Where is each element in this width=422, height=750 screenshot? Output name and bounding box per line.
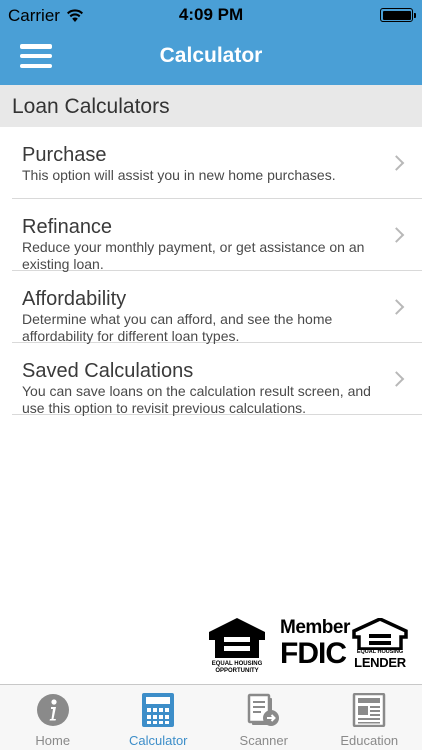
compliance-logos: EQUAL HOUSING OPPORTUNITY Member FDIC EQ… (207, 616, 412, 678)
lender-caption: EQUAL HOUSING LENDER (352, 649, 408, 670)
list-item-purchase[interactable]: Purchase This option will assist you in … (12, 127, 422, 199)
item-title: Refinance (22, 216, 113, 238)
battery-icon (380, 8, 416, 22)
tab-scanner[interactable]: Scanner (211, 685, 317, 750)
loan-calculator-list: Purchase This option will assist you in … (0, 127, 422, 416)
item-description: This option will assist you in new home … (22, 167, 336, 183)
fdic-member-label: Member (280, 617, 350, 638)
list-item-affordability[interactable]: Affordability Determine what you can aff… (12, 271, 422, 344)
tab-label: Home (35, 733, 71, 748)
fdic-logo: Member FDIC (280, 617, 350, 670)
house-icon (352, 617, 408, 651)
tab-calculator[interactable]: Calculator (106, 685, 212, 750)
status-bar: Carrier 4:09 PM (0, 0, 422, 30)
newspaper-icon (353, 693, 386, 727)
house-icon (209, 618, 265, 658)
tab-bar: Home Calculator Scanner Education (0, 684, 422, 750)
chevron-right-icon (388, 226, 405, 243)
fdic-name-label: FDIC (280, 637, 347, 670)
section-header: Loan Calculators (0, 85, 422, 127)
chevron-right-icon (388, 154, 405, 171)
item-title: Purchase (22, 144, 107, 166)
tab-label: Education (340, 733, 399, 748)
chevron-right-icon (388, 298, 405, 315)
clock: 4:09 PM (178, 5, 244, 24)
info-icon (36, 694, 69, 726)
chevron-right-icon (388, 370, 405, 387)
ehl-caption: EQUAL HOUSING OPPORTUNITY (211, 661, 263, 674)
tab-education[interactable]: Education (317, 685, 422, 750)
item-title: Affordability (22, 288, 127, 310)
tab-label: Scanner (239, 733, 288, 748)
tab-home[interactable]: Home (0, 685, 106, 750)
item-description: You can save loans on the calculation re… (22, 383, 371, 416)
tab-label: Calculator (128, 733, 188, 748)
list-item-saved-calculations[interactable]: Saved Calculations You can save loans on… (12, 343, 422, 416)
equal-housing-lender-logo: EQUAL HOUSING LENDER (352, 617, 408, 676)
item-description: Reduce your monthly payment, or get assi… (22, 239, 365, 272)
calculator-icon (142, 693, 175, 727)
navigation-bar: Calculator (0, 30, 422, 85)
lender-big-label: LENDER (354, 655, 406, 670)
item-title: Saved Calculations (22, 360, 194, 382)
item-description: Determine what you can afford, and see t… (22, 311, 333, 344)
page-title: Calculator (159, 44, 263, 67)
scanner-icon (247, 693, 279, 726)
section-title: Loan Calculators (12, 95, 170, 118)
list-item-refinance[interactable]: Refinance Reduce your monthly payment, o… (12, 199, 422, 272)
equal-housing-opportunity-logo: EQUAL HOUSING OPPORTUNITY (207, 616, 267, 676)
